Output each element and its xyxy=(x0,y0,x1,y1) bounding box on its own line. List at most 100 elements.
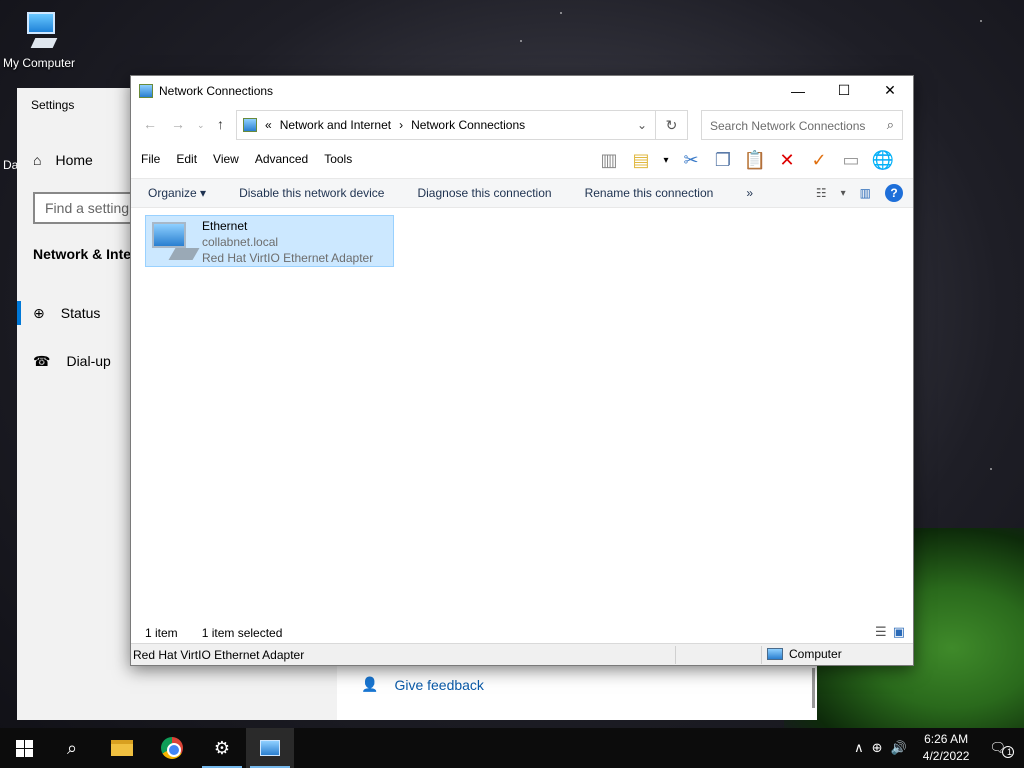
delete-icon[interactable]: ✕ xyxy=(775,148,799,172)
address-bar[interactable]: « Network and Internet › Network Connect… xyxy=(236,110,656,140)
properties-icon[interactable]: ▭ xyxy=(839,148,863,172)
details-view-icon[interactable]: ☰ xyxy=(875,624,887,640)
change-view-icon[interactable]: ☷ xyxy=(816,186,827,200)
give-feedback-link[interactable]: 👤 Give feedback xyxy=(361,676,484,693)
start-button[interactable] xyxy=(0,728,48,768)
clock-time: 6:26 AM xyxy=(924,732,969,746)
list-item-ethernet[interactable]: Ethernet collabnet.local Red Hat VirtIO … xyxy=(145,215,394,267)
network-folder-icon xyxy=(243,118,257,132)
view-controls: ☷ ▾ ▥ ? xyxy=(816,184,903,202)
preview-pane-toggle-icon[interactable]: ▥ xyxy=(860,186,871,200)
search-icon: ⌕ xyxy=(886,117,894,132)
close-button[interactable]: ✕ xyxy=(867,76,913,105)
clock-date: 4/2/2022 xyxy=(922,749,970,763)
notification-count: 1 xyxy=(1002,746,1014,758)
home-icon: ⌂ xyxy=(33,152,42,168)
selected-count: 1 item selected xyxy=(201,626,283,640)
settings-section-title: Network & Inte xyxy=(33,246,132,262)
volume-icon[interactable]: 🔊 xyxy=(887,740,911,756)
clock[interactable]: 6:26 AM 4/2/2022 xyxy=(911,731,982,765)
search-placeholder: Search Network Connections xyxy=(710,119,866,133)
settings-nav-label: Status xyxy=(60,305,101,321)
wallpaper-star xyxy=(990,468,992,470)
help-icon[interactable]: ? xyxy=(885,184,903,202)
settings-home-label: Home xyxy=(55,152,93,168)
taskbar-file-explorer[interactable] xyxy=(98,728,146,768)
maximize-button[interactable]: ☐ xyxy=(821,76,867,105)
recent-chevron-icon[interactable]: ⌄ xyxy=(197,120,205,131)
forward-arrow-icon[interactable]: → xyxy=(171,116,185,132)
status-bar-location: Computer xyxy=(767,647,842,661)
taskbar-settings[interactable]: ⚙ xyxy=(198,728,246,768)
refresh-icon: ↻ xyxy=(665,116,678,133)
menu-tools[interactable]: Tools xyxy=(324,152,352,166)
wallpaper-star xyxy=(520,40,522,42)
item-count: 1 item xyxy=(145,626,178,640)
taskbar: ⌕ ⚙ ∧ ⊕ 🔊 6:26 AM 4/2/2022 🗨 1 xyxy=(0,728,1024,768)
organize-button[interactable]: Organize ▾ xyxy=(131,186,221,200)
legacy-toolbar: ▥ ▤ ▾ ✂ ❐ 📋 ✕ ✓ ▭ 🌐 xyxy=(597,148,895,172)
breadcrumb-separator[interactable]: › xyxy=(399,118,403,132)
paste-icon[interactable]: 📋 xyxy=(743,148,767,172)
computer-icon xyxy=(19,8,59,52)
refresh-button[interactable]: ↻ xyxy=(656,110,688,140)
notification-center-button[interactable]: 🗨 1 xyxy=(981,740,1024,758)
more-commands-button[interactable]: » xyxy=(728,186,768,200)
chevron-down-icon[interactable]: ⌄ xyxy=(637,118,647,132)
dropdown-arrow-icon[interactable]: ▾ xyxy=(661,148,671,172)
system-tray: ∧ ⊕ 🔊 6:26 AM 4/2/2022 🗨 1 xyxy=(850,728,1024,768)
give-feedback-label: Give feedback xyxy=(394,676,484,693)
network-icon[interactable]: ⊕ xyxy=(868,740,887,756)
connection-name: Ethernet xyxy=(202,219,248,233)
taskbar-network-connections[interactable] xyxy=(246,728,294,768)
breadcrumb-overflow[interactable]: « xyxy=(265,118,272,132)
status-bar-divider xyxy=(761,646,762,664)
taskbar-chrome[interactable] xyxy=(148,728,196,768)
status-line: 1 item 1 item selected xyxy=(145,626,282,640)
connection-adapter: Red Hat VirtIO Ethernet Adapter xyxy=(202,251,374,265)
globe-icon: ⊕ xyxy=(33,304,45,321)
menu-edit[interactable]: Edit xyxy=(176,152,197,166)
network-connections-window: Network Connections ― ☐ ✕ ← → ⌄ ↑ « Netw… xyxy=(130,75,914,666)
cut-icon[interactable]: ✂ xyxy=(679,148,703,172)
menu-bar: File Edit View Advanced Tools xyxy=(141,152,352,166)
network-connections-icon xyxy=(260,740,280,756)
preview-pane-icon[interactable]: ▥ xyxy=(597,148,621,172)
large-icons-view-icon[interactable]: ▣ xyxy=(893,624,905,640)
network-globe-icon[interactable]: 🌐 xyxy=(871,148,895,172)
view-toggle-group: ☰ ▣ xyxy=(875,624,905,640)
feedback-icon: 👤 xyxy=(361,676,379,692)
address-row: ← → ⌄ ↑ « Network and Internet › Network… xyxy=(131,110,913,140)
disable-device-button[interactable]: Disable this network device xyxy=(221,186,399,200)
chevron-up-icon[interactable]: ∧ xyxy=(850,740,868,756)
desktop-icon-label: My Computer xyxy=(2,56,76,70)
up-arrow-icon[interactable]: ↑ xyxy=(217,116,224,132)
wallpaper-star xyxy=(980,20,982,22)
settings-scrollbar[interactable] xyxy=(812,668,815,708)
view-dropdown-icon[interactable]: ▾ xyxy=(841,188,846,199)
settings-home-link[interactable]: ⌂ Home xyxy=(33,152,93,168)
menu-file[interactable]: File xyxy=(141,152,160,166)
ethernet-adapter-icon xyxy=(150,220,200,264)
copy-icon[interactable]: ❐ xyxy=(711,148,735,172)
desktop-icon-my-computer[interactable]: My Computer xyxy=(0,8,78,70)
breadcrumb-item[interactable]: Network Connections xyxy=(411,118,525,132)
diagnose-connection-button[interactable]: Diagnose this connection xyxy=(399,186,566,200)
window-title: Network Connections xyxy=(159,83,274,98)
settings-title: Settings xyxy=(31,98,75,112)
search-button[interactable]: ⌕ xyxy=(48,728,96,768)
search-input[interactable]: Search Network Connections ⌕ xyxy=(701,110,903,140)
chrome-icon xyxy=(161,737,183,759)
menu-view[interactable]: View xyxy=(213,152,239,166)
rename-connection-button[interactable]: Rename this connection xyxy=(567,186,729,200)
wallpaper-star xyxy=(560,12,562,14)
window-controls: ― ☐ ✕ xyxy=(775,76,913,105)
file-list-area[interactable]: Ethernet collabnet.local Red Hat VirtIO … xyxy=(131,209,913,619)
minimize-button[interactable]: ― xyxy=(775,76,821,105)
computer-icon xyxy=(767,648,783,660)
breadcrumb-item[interactable]: Network and Internet xyxy=(280,118,391,132)
menu-advanced[interactable]: Advanced xyxy=(255,152,308,166)
checkmark-icon[interactable]: ✓ xyxy=(807,148,831,172)
back-arrow-icon[interactable]: ← xyxy=(143,116,157,132)
folder-view-icon[interactable]: ▤ xyxy=(629,148,653,172)
